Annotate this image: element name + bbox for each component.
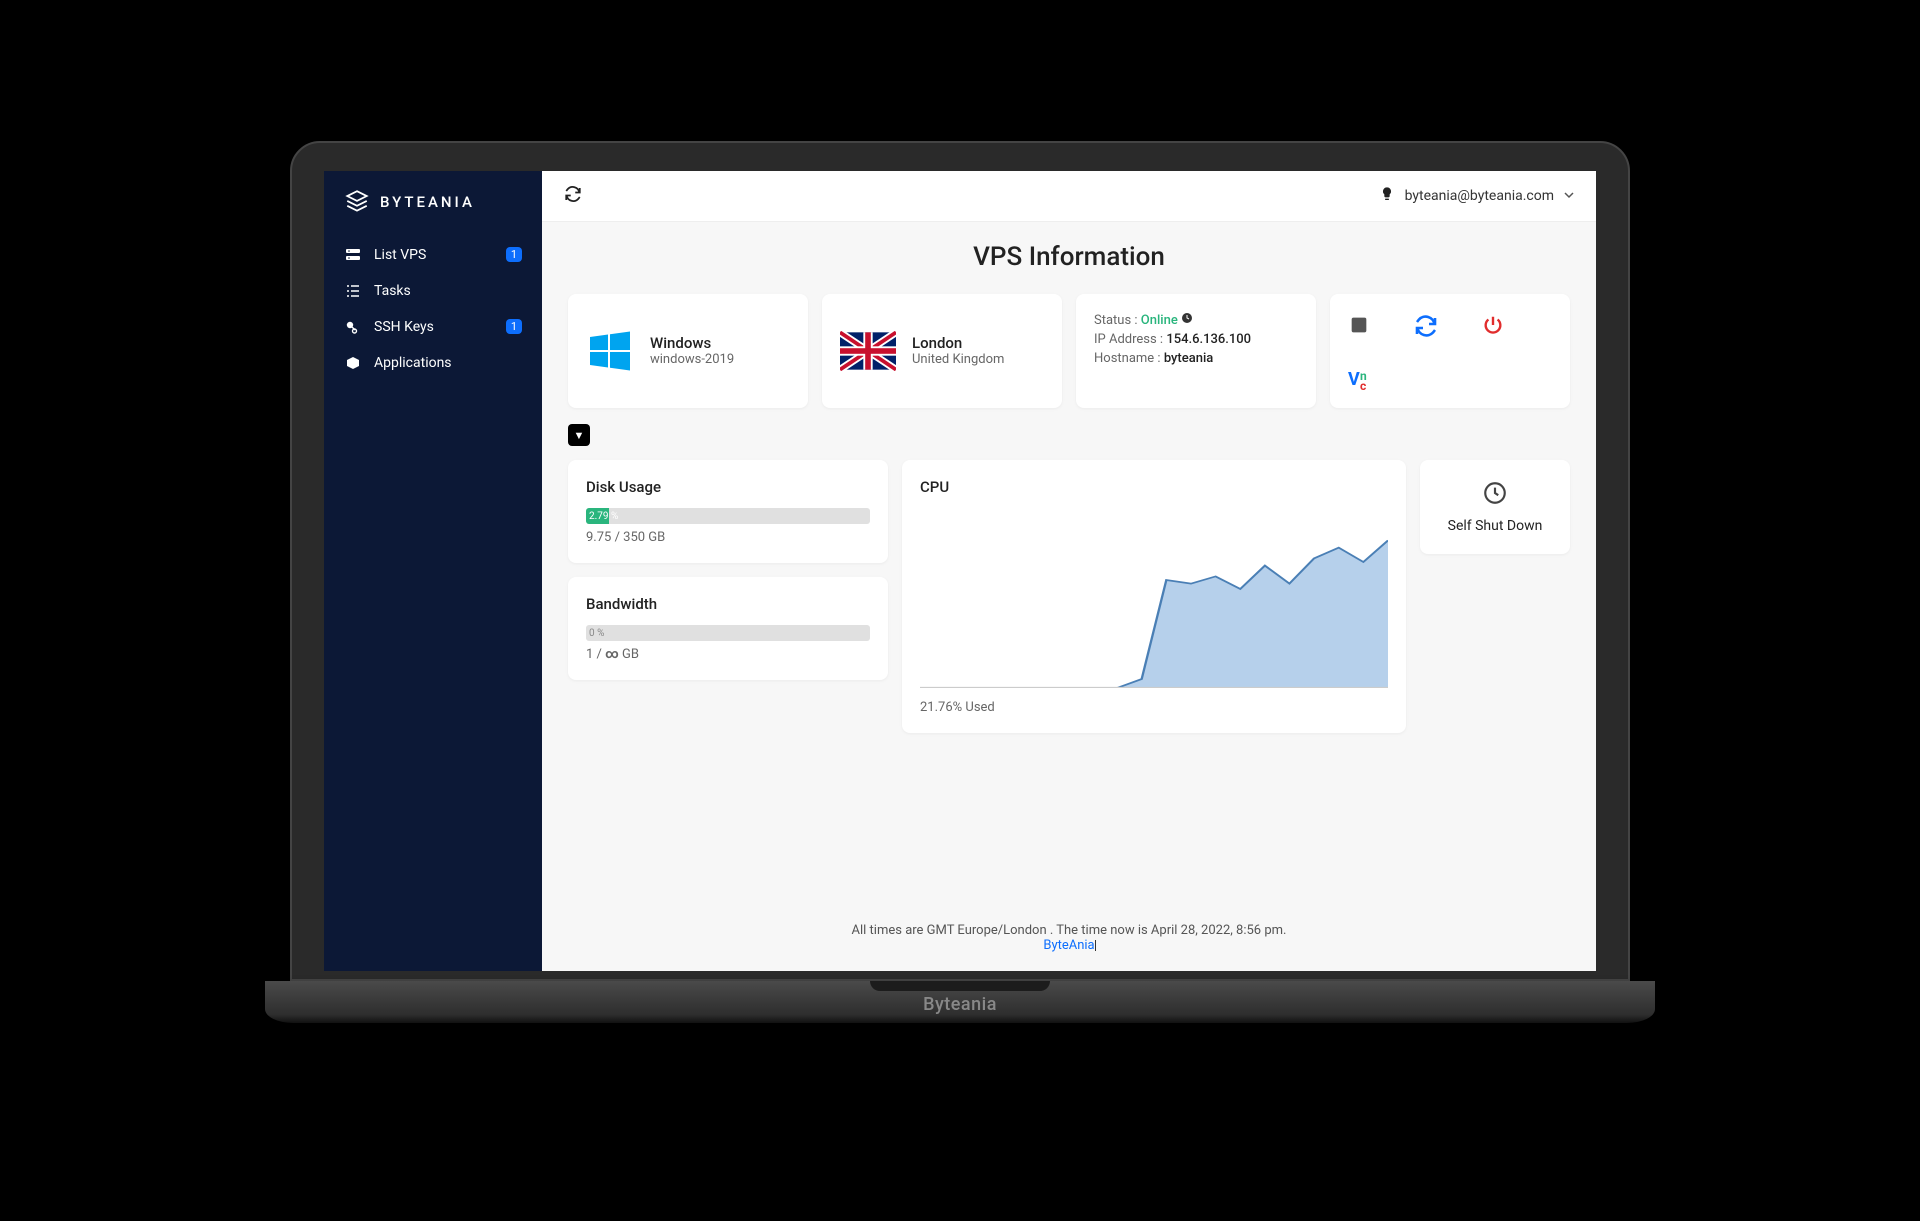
shutdown-label: Self Shut Down [1430, 518, 1560, 534]
brand-logo[interactable]: BYTEANIA [324, 189, 542, 237]
power-button[interactable] [1482, 314, 1504, 336]
sidebar-item-label: List VPS [374, 247, 426, 263]
clock-icon [1482, 491, 1508, 510]
actions-card: Vnc [1330, 294, 1570, 408]
laptop-base: Byteania [265, 981, 1655, 1023]
sidebar-item-label: Applications [374, 355, 452, 371]
sidebar-item-ssh-keys[interactable]: SSH Keys 1 [324, 309, 542, 345]
laptop-brand-label: Byteania [923, 994, 997, 1015]
page-title: VPS Information [568, 242, 1570, 272]
hostname-value: byteania [1164, 351, 1213, 366]
lightbulb-icon [1379, 186, 1395, 206]
cpu-title: CPU [920, 478, 1388, 496]
main-content: byteania@byteania.com VPS Information [542, 171, 1596, 971]
bandwidth-progress-fill: 0 % [586, 625, 589, 641]
sidebar-item-label: SSH Keys [374, 319, 434, 335]
clock-icon [1181, 313, 1193, 328]
info-cards-row: Windows windows-2019 [568, 294, 1570, 408]
uk-flag-icon [840, 331, 896, 371]
bandwidth-progress-bar: 0 % [586, 625, 870, 641]
cpu-used-label: 21.76% Used [920, 700, 1388, 715]
sidebar-item-tasks[interactable]: Tasks [324, 273, 542, 309]
disk-title: Disk Usage [586, 478, 870, 496]
footer-time-text: All times are GMT Europe/London . The ti… [542, 923, 1596, 938]
topbar: byteania@byteania.com [542, 171, 1596, 222]
disk-progress-bar: 2.79 % [586, 508, 870, 524]
brand-logo-icon [344, 189, 370, 215]
brand-name: BYTEANIA [380, 193, 475, 211]
windows-icon [586, 327, 634, 375]
footer-brand-link[interactable]: ByteAnia [1043, 938, 1094, 953]
svg-text:c: c [1360, 379, 1366, 390]
os-name: Windows [650, 334, 734, 352]
laptop-frame: BYTEANIA List VPS 1 Tasks [265, 141, 1655, 1081]
status-card: Status : Online IP Address : 154.6.136.1… [1076, 294, 1316, 408]
stop-button[interactable] [1348, 314, 1370, 336]
location-city: London [912, 334, 1004, 352]
ip-label: IP Address : [1094, 332, 1163, 347]
cpu-card: CPU 21.76% Used [902, 460, 1406, 733]
refresh-button[interactable] [564, 185, 582, 207]
disk-used-total: 9.75 / 350 GB [586, 530, 870, 545]
cpu-chart [920, 508, 1388, 688]
sidebar-item-applications[interactable]: Applications [324, 345, 542, 381]
disk-progress-fill: 2.79 % [586, 508, 609, 524]
vnc-button[interactable]: Vnc [1348, 368, 1376, 390]
location-country: United Kingdom [912, 352, 1004, 367]
app-screen: BYTEANIA List VPS 1 Tasks [324, 171, 1596, 971]
expand-toggle[interactable]: ▼ [568, 424, 590, 446]
apps-icon [344, 355, 362, 371]
user-menu[interactable]: byteania@byteania.com [1379, 186, 1574, 206]
stats-row: Disk Usage 2.79 % 9.75 / 350 GB Bandwidt… [568, 460, 1570, 733]
hostname-label: Hostname : [1094, 351, 1161, 366]
stats-left-column: Disk Usage 2.79 % 9.75 / 350 GB Bandwidt… [568, 460, 888, 694]
disk-usage-card: Disk Usage 2.79 % 9.75 / 350 GB [568, 460, 888, 563]
key-icon [344, 319, 362, 335]
chevron-down-icon [1564, 188, 1574, 204]
status-value: Online [1141, 313, 1178, 328]
status-label: Status : [1094, 313, 1138, 328]
sidebar-badge: 1 [506, 247, 522, 262]
content-area: VPS Information Windows [542, 222, 1596, 909]
footer: All times are GMT Europe/London . The ti… [542, 909, 1596, 971]
self-shutdown-button[interactable]: Self Shut Down [1420, 460, 1570, 554]
user-email: byteania@byteania.com [1405, 188, 1554, 204]
ip-value: 154.6.136.100 [1166, 332, 1251, 347]
bandwidth-title: Bandwidth [586, 595, 870, 613]
sidebar-item-label: Tasks [374, 283, 411, 299]
infinity-icon: ∞ [605, 647, 619, 662]
bandwidth-used-total: 1 / ∞ GB [586, 647, 870, 662]
tasks-icon [344, 283, 362, 299]
server-icon [344, 247, 362, 263]
sidebar: BYTEANIA List VPS 1 Tasks [324, 171, 542, 971]
sidebar-item-list-vps[interactable]: List VPS 1 [324, 237, 542, 273]
laptop-bezel: BYTEANIA List VPS 1 Tasks [290, 141, 1630, 981]
os-card: Windows windows-2019 [568, 294, 808, 408]
svg-text:V: V [1348, 369, 1360, 390]
bandwidth-card: Bandwidth 0 % 1 / ∞ GB [568, 577, 888, 680]
sidebar-badge: 1 [506, 319, 522, 334]
location-card: London United Kingdom [822, 294, 1062, 408]
os-version: windows-2019 [650, 352, 734, 367]
restart-button[interactable] [1414, 314, 1438, 338]
